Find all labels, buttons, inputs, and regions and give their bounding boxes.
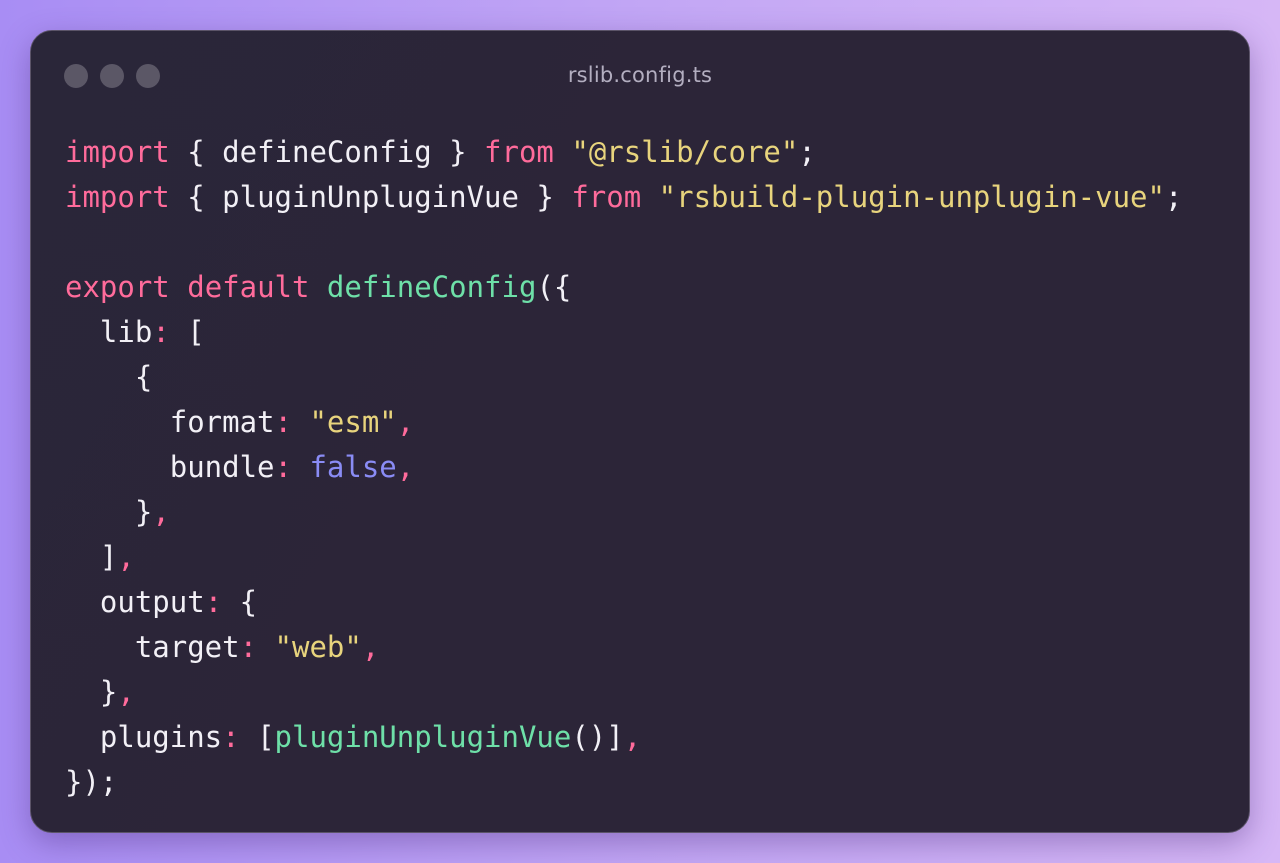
code-token: "rsbuild-plugin-unplugin-vue" [658, 180, 1165, 214]
code-line: import { pluginUnpluginVue } from "rsbui… [65, 175, 1182, 220]
code-token: ({ [536, 270, 572, 304]
code-token: }); [65, 765, 118, 799]
code-token: : [274, 450, 292, 484]
code-token: pluginUnpluginVue [274, 720, 572, 754]
code-token: ; [798, 135, 816, 169]
code-token: ] [65, 540, 118, 574]
code-line: bundle: false, [65, 445, 1182, 490]
code-token: import [65, 180, 170, 214]
code-line: plugins: [pluginUnpluginVue()], [65, 715, 1182, 760]
code-token: defineConfig [326, 270, 537, 304]
code-token: , [396, 450, 415, 484]
code-token: : [239, 630, 258, 664]
code-token: , [396, 405, 415, 439]
code-token: default [187, 270, 310, 304]
code-line: }, [65, 670, 1182, 715]
code-token: format [65, 405, 275, 439]
code-token: "@rslib/core" [571, 135, 799, 169]
code-token: lib [65, 315, 153, 349]
code-token: [ [169, 315, 205, 349]
code-token: : [152, 315, 170, 349]
code-token: , [117, 675, 135, 709]
code-token: false [309, 450, 397, 484]
code-token: ()] [571, 720, 624, 754]
code-line: ], [65, 535, 1182, 580]
window-titlebar: rslib.config.ts [31, 31, 1249, 121]
code-token: { [65, 360, 153, 394]
code-token: "web" [274, 630, 362, 664]
code-token: from [484, 135, 554, 169]
code-token: } [65, 675, 118, 709]
code-token: export [65, 270, 170, 304]
code-line: target: "web", [65, 625, 1182, 670]
code-token: bundle [65, 450, 275, 484]
code-line: export default defineConfig({ [65, 265, 1182, 310]
code-token: , [361, 630, 380, 664]
code-token: : [204, 585, 223, 619]
code-line: }, [65, 490, 1182, 535]
code-block: import { defineConfig } from "@rslib/cor… [65, 130, 1182, 805]
code-line: import { defineConfig } from "@rslib/cor… [65, 130, 1182, 175]
code-token: : [274, 405, 292, 439]
code-token: } [65, 495, 153, 529]
code-token: from [571, 180, 642, 214]
code-token: [ [239, 720, 275, 754]
window-title: rslib.config.ts [567, 63, 713, 87]
code-token: : [222, 720, 240, 754]
code-token: { [222, 585, 258, 619]
code-token: plugins [65, 720, 223, 754]
code-line: output: { [65, 580, 1182, 625]
code-token: , [623, 720, 642, 754]
code-line: }); [65, 760, 1182, 805]
code-token: import [65, 135, 170, 169]
code-token: , [152, 495, 170, 529]
code-line: lib: [ [65, 310, 1182, 355]
code-window: rslib.config.ts import { defineConfig } … [30, 30, 1250, 833]
code-token: { defineConfig } [169, 135, 485, 169]
code-token: "esm" [309, 405, 397, 439]
code-token: ; [1164, 180, 1183, 214]
code-line: format: "esm", [65, 400, 1182, 445]
code-token: , [117, 540, 135, 574]
code-token: output [65, 585, 205, 619]
code-token: target [65, 630, 240, 664]
code-line: { [65, 355, 1182, 400]
code-token: { pluginUnpluginVue } [169, 180, 572, 214]
